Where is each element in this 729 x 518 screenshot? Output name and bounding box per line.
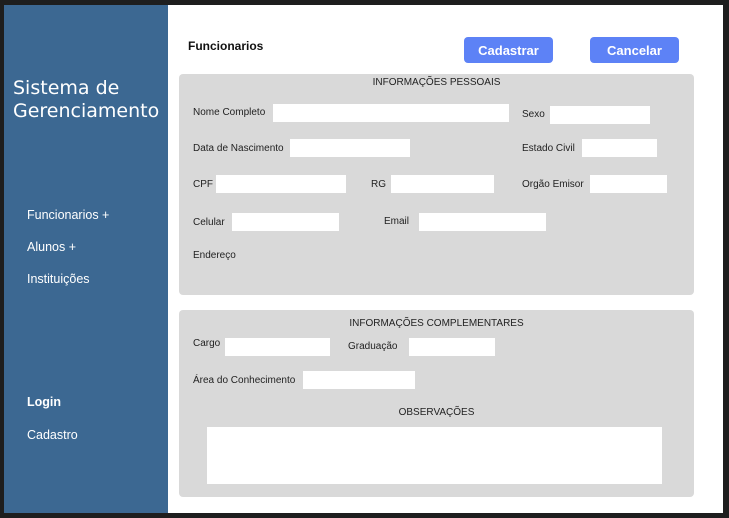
celular-label: Celular xyxy=(193,217,225,228)
observacoes-label: OBSERVAÇÕES xyxy=(398,407,475,418)
personal-info-panel: INFORMAÇÕES PESSOAIS Nome Completo Sexo … xyxy=(179,74,694,295)
email-label: Email xyxy=(384,216,410,227)
sidebar-item-instituicoes[interactable]: Instituições xyxy=(27,272,90,286)
graduacao-input[interactable] xyxy=(409,338,495,356)
estado-civil-input[interactable] xyxy=(582,139,657,157)
sidebar-item-alunos[interactable]: Alunos + xyxy=(27,240,76,254)
sexo-input[interactable] xyxy=(550,106,650,124)
nascimento-input[interactable] xyxy=(290,139,410,157)
nascimento-label: Data de Nascimento xyxy=(193,143,284,154)
app-title: Sistema de Gerenciamento xyxy=(13,77,160,122)
area-conhecimento-label: Área do Conhecimento xyxy=(193,375,296,386)
cargo-label: Cargo xyxy=(193,338,221,349)
estado-civil-label: Estado Civil xyxy=(522,143,575,154)
page-title: Funcionarios xyxy=(188,39,264,53)
cancelar-button[interactable]: Cancelar xyxy=(590,37,679,63)
cpf-input[interactable] xyxy=(216,175,346,193)
cadastrar-button[interactable]: Cadastrar xyxy=(464,37,553,63)
nome-label: Nome Completo xyxy=(193,107,266,118)
cargo-input[interactable] xyxy=(225,338,330,356)
sidebar: Sistema de Gerenciamento Funcionarios + … xyxy=(4,5,168,513)
sidebar-item-login[interactable]: Login xyxy=(27,395,61,409)
celular-input[interactable] xyxy=(232,213,339,231)
app-window: Sistema de Gerenciamento Funcionarios + … xyxy=(4,5,723,513)
complementary-info-title: INFORMAÇÕES COMPLEMENTARES xyxy=(349,318,524,329)
complementary-info-panel: INFORMAÇÕES COMPLEMENTARES Cargo Graduaç… xyxy=(179,310,694,497)
nome-input[interactable] xyxy=(273,104,509,122)
email-input[interactable] xyxy=(419,213,546,231)
sidebar-item-funcionarios[interactable]: Funcionarios + xyxy=(27,208,109,222)
sidebar-item-cadastro[interactable]: Cadastro xyxy=(27,428,78,442)
sexo-label: Sexo xyxy=(522,109,545,120)
endereco-label: Endereço xyxy=(193,250,236,261)
observacoes-textarea[interactable] xyxy=(207,427,662,484)
personal-info-title: INFORMAÇÕES PESSOAIS xyxy=(372,77,501,88)
orgao-emisor-input[interactable] xyxy=(590,175,667,193)
cpf-label: CPF xyxy=(193,179,213,190)
rg-input[interactable] xyxy=(391,175,494,193)
graduacao-label: Graduação xyxy=(348,341,398,352)
rg-label: RG xyxy=(371,179,386,190)
area-conhecimento-input[interactable] xyxy=(303,371,415,389)
orgao-emisor-label: Orgão Emisor xyxy=(522,179,584,190)
